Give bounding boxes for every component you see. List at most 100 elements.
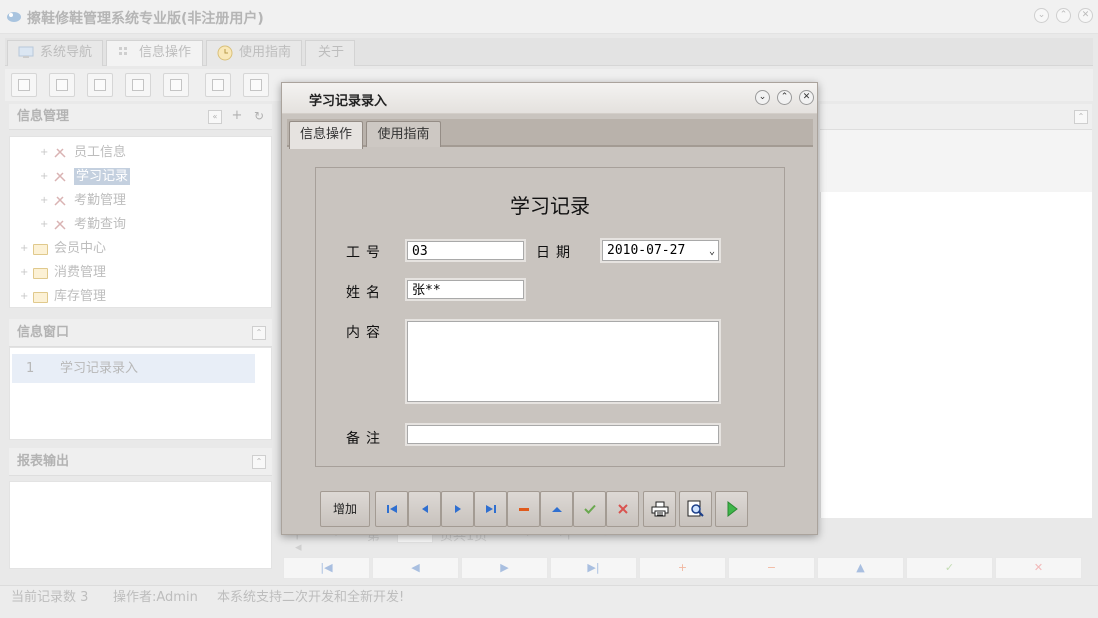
export-icon[interactable]	[205, 73, 231, 97]
date-label: 日期	[536, 245, 576, 261]
tab-user-guide[interactable]: 使用指南	[206, 40, 302, 66]
name-label: 姓名	[346, 285, 386, 301]
dialog-title: 学习记录录入	[309, 94, 388, 109]
expand-icon[interactable]: +	[40, 215, 48, 235]
maximize-icon[interactable]: ⌃	[1056, 8, 1071, 23]
next-record-button[interactable]	[441, 491, 474, 527]
record-count: 当前记录数 3	[11, 590, 89, 605]
last-record-button[interactable]	[474, 491, 507, 527]
status-message: 本系统支持二次开发和全新开发!	[217, 590, 405, 605]
tab-info-ops[interactable]: 信息操作	[106, 40, 203, 66]
play-icon	[727, 501, 738, 517]
triangle-up-icon	[551, 507, 562, 512]
next-record-icon[interactable]: ▶	[461, 557, 548, 579]
report-panel-header: 报表输出 ⌃	[9, 448, 272, 476]
print-button[interactable]	[643, 491, 676, 527]
add-icon[interactable]: +	[639, 557, 726, 579]
window-panel-header: 信息窗口 ⌃	[9, 319, 272, 347]
print-preview-button[interactable]	[679, 491, 712, 527]
minimize-icon[interactable]: ⌄	[755, 90, 770, 105]
minus-icon[interactable]: −	[728, 557, 815, 579]
collapse-up-icon[interactable]: ⌃	[252, 326, 266, 340]
collapse-left-icon[interactable]: «	[208, 110, 222, 124]
content-textarea[interactable]	[407, 321, 719, 402]
check-icon	[583, 504, 596, 514]
chevron-down-icon[interactable]: ⌄	[709, 242, 715, 261]
first-record-icon[interactable]: |◀	[283, 557, 370, 579]
check-icon[interactable]: ✓	[906, 557, 993, 579]
minus-icon	[518, 508, 529, 511]
dialog-tabstrip: 信息操作 使用指南	[287, 119, 813, 149]
edit-button[interactable]	[540, 491, 573, 527]
layout-icon[interactable]	[243, 73, 269, 97]
search-icon[interactable]	[11, 73, 37, 97]
tools-icon	[54, 148, 66, 158]
collapse-up-icon[interactable]: ⌃	[252, 455, 266, 469]
last-record-icon[interactable]: ▶|	[550, 557, 637, 579]
tab-label: 使用指南	[377, 127, 430, 142]
main-tabbar: 系统导航 信息操作 使用指南 关于	[5, 38, 1093, 66]
close-icon[interactable]: ✕	[799, 90, 814, 105]
folder-icon	[33, 244, 48, 255]
list-icon[interactable]	[49, 73, 75, 97]
expand-icon[interactable]: +	[20, 263, 28, 283]
refresh-icon[interactable]: ↻	[252, 110, 266, 124]
collapse-up-icon[interactable]: ⌃	[1074, 110, 1088, 124]
app-logo-icon	[7, 12, 21, 22]
print-preview-icon	[687, 500, 704, 517]
prev-record-icon	[421, 505, 428, 513]
content-label: 内容	[346, 325, 386, 341]
expand-icon[interactable]: +	[40, 191, 48, 211]
add-icon[interactable]: +	[230, 109, 244, 124]
name-field[interactable]: 张**	[407, 280, 524, 299]
dialog-tab-info-ops[interactable]: 信息操作	[289, 121, 363, 149]
form-heading: 学习记录	[510, 194, 590, 218]
window-row-name: 学习记录录入	[60, 361, 139, 376]
tab-system-nav[interactable]: 系统导航	[7, 40, 103, 66]
remark-field[interactable]	[407, 425, 719, 444]
prev-record-icon[interactable]: ◀	[372, 557, 459, 579]
operator: 操作者:Admin	[113, 590, 198, 605]
statusbar: 当前记录数 3 操作者:Admin 本系统支持二次开发和全新开发!	[0, 585, 1098, 618]
employee-id-field[interactable]: 03	[407, 241, 524, 260]
window-list-item[interactable]: 1 学习记录录入	[12, 354, 255, 383]
printer-icon	[651, 501, 668, 517]
tab-label: 信息操作	[299, 127, 352, 142]
prev-record-button[interactable]	[408, 491, 441, 527]
expand-icon[interactable]: +	[40, 143, 48, 163]
employee-id-label: 工号	[346, 245, 386, 261]
monitor-icon	[18, 46, 34, 58]
clock-icon	[217, 45, 233, 61]
expand-icon[interactable]: +	[20, 287, 28, 307]
close-icon[interactable]: ✕	[1078, 8, 1093, 23]
add-button[interactable]: 增加	[320, 491, 370, 527]
next-record-icon	[454, 505, 461, 513]
run-button[interactable]	[715, 491, 748, 527]
first-record-button[interactable]	[375, 491, 408, 527]
document-icon[interactable]	[87, 73, 113, 97]
info-tree: + 员工信息 + 学习记录 + 考勤管理 + 考勤查询 + 会员中心 + 消费管…	[9, 136, 272, 308]
expand-icon[interactable]: +	[40, 167, 48, 187]
content-grid	[820, 192, 1092, 518]
dialog-tab-user-guide[interactable]: 使用指南	[366, 121, 441, 147]
tab-about[interactable]: 关于	[305, 40, 355, 66]
maximize-icon[interactable]: ⌃	[777, 90, 792, 105]
folder-icon	[33, 268, 48, 279]
tab-label: 使用指南	[239, 45, 292, 60]
cancel-button[interactable]	[606, 491, 639, 527]
expand-icon[interactable]: +	[20, 239, 28, 259]
date-picker[interactable]: 2010-07-27 ⌄	[602, 240, 719, 261]
x-icon[interactable]: ✕	[995, 557, 1082, 579]
study-record-dialog: 学习记录录入 ⌄ ⌃ ✕ 信息操作 使用指南 学习记录 工号 03 日期 201…	[281, 82, 818, 535]
triangle-up-icon[interactable]: ▲	[817, 557, 904, 579]
window-icon[interactable]	[163, 73, 189, 97]
tab-label: 信息操作	[139, 45, 192, 60]
minimize-icon[interactable]: ⌄	[1034, 8, 1049, 23]
folder-icon	[33, 292, 48, 303]
delete-button[interactable]	[507, 491, 540, 527]
report-area	[9, 481, 272, 569]
save-button[interactable]	[573, 491, 606, 527]
dialog-titlebar[interactable]: 学习记录录入 ⌄ ⌃ ✕	[282, 83, 817, 114]
users-icon[interactable]	[125, 73, 151, 97]
window-row-number: 1	[26, 361, 35, 376]
